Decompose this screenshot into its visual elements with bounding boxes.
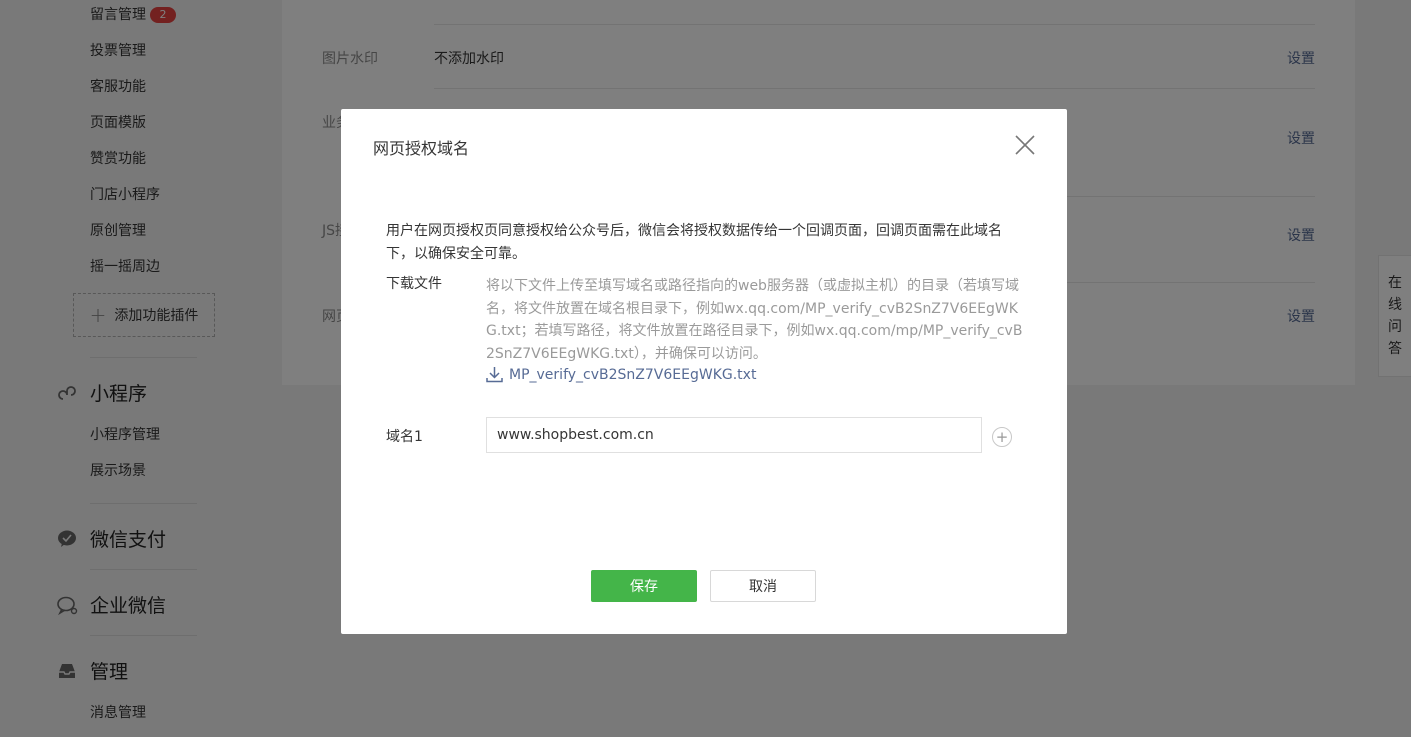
save-button[interactable]: 保存 — [591, 570, 697, 602]
close-icon[interactable] — [1013, 133, 1037, 157]
download-file-link[interactable]: MP_verify_cvB2SnZ7V6EEgWKG.txt — [486, 366, 756, 383]
dialog-intro: 用户在网页授权页同意授权给公众号后，微信会将授权数据传给一个回调页面，回调页面需… — [386, 223, 1002, 262]
download-icon — [486, 366, 503, 383]
domain-input[interactable] — [486, 417, 982, 453]
add-domain-icon[interactable]: + — [992, 427, 1012, 447]
download-description: 将以下文件上传至填写域名或路径指向的web服务器（或虚拟主机）的目录（若填写域名… — [486, 278, 1023, 362]
dialog-title: 网页授权域名 — [373, 139, 470, 158]
download-label: 下载文件 — [386, 276, 442, 292]
cancel-button[interactable]: 取消 — [710, 570, 816, 602]
download-file-name: MP_verify_cvB2SnZ7V6EEgWKG.txt — [509, 366, 757, 383]
domain-dialog: 网页授权域名 用户在网页授权页同意授权给公众号后，微信会将授权数据传给一个回调页… — [341, 109, 1067, 634]
domain-label: 域名1 — [386, 429, 423, 445]
